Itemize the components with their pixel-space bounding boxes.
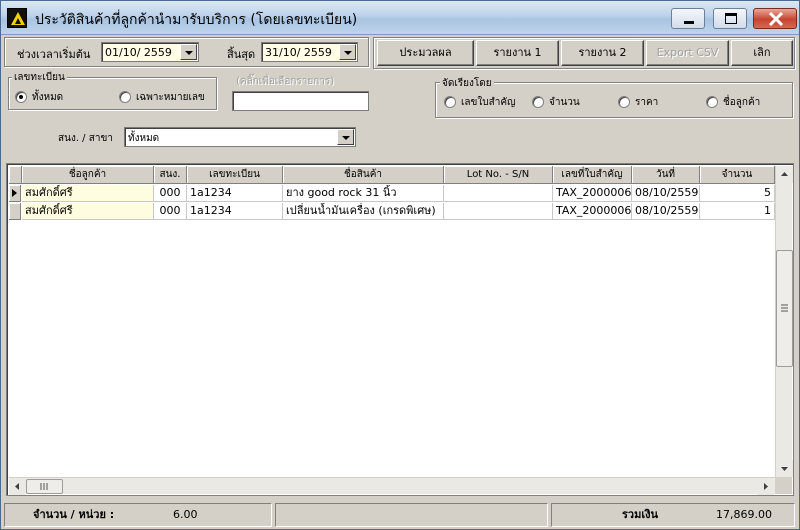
col-header-customer[interactable]: ชื่อลูกค้า bbox=[22, 166, 154, 184]
export-csv-button[interactable]: Export CSV bbox=[646, 40, 729, 66]
table-cell[interactable]: 1a1234 bbox=[187, 185, 283, 202]
process-button[interactable]: ประมวลผล bbox=[377, 40, 474, 66]
sort-customer-label: ชื่อลูกค้า bbox=[723, 97, 761, 108]
results-grid[interactable]: ชื่อลูกค้า สนง. เลขทะเบียน ชื่อสินค้า Lo… bbox=[6, 163, 794, 496]
chevron-up-icon bbox=[781, 172, 788, 176]
chevron-left-icon bbox=[15, 483, 19, 490]
status-qty-panel: จำนวน / หน่วย : 6.00 bbox=[4, 503, 272, 527]
start-date-value: 01/10/ 2559 bbox=[105, 46, 172, 59]
row-selector[interactable] bbox=[9, 185, 21, 202]
table-cell[interactable]: TAX_2000006 bbox=[553, 185, 632, 202]
table-cell[interactable]: 000 bbox=[154, 185, 187, 202]
table-cell[interactable]: สมศักดิ์ศรี bbox=[22, 185, 154, 202]
chevron-down-icon[interactable] bbox=[337, 129, 354, 145]
scroll-down-button[interactable] bbox=[776, 460, 793, 477]
sort-group-legend: จัดเรียงโดย bbox=[440, 76, 494, 91]
close-button[interactable] bbox=[753, 8, 797, 29]
plate-group-legend: เลขทะเบียน bbox=[12, 70, 67, 85]
branch-select[interactable]: ทั้งหมด bbox=[124, 127, 356, 147]
plate-all-radio[interactable] bbox=[15, 91, 27, 103]
quit-button[interactable]: เลิก bbox=[731, 40, 793, 66]
col-header-plate[interactable]: เลขทะเบียน bbox=[187, 166, 283, 184]
table-cell[interactable]: เปลี่ยนน้ำมันเครื่อง (เกรดพิเศษ) bbox=[283, 203, 444, 220]
status-total-panel: รวมเงิน 17,869.00 bbox=[551, 503, 795, 527]
sort-receipt-radio[interactable] bbox=[444, 96, 456, 108]
vertical-scrollbar[interactable] bbox=[775, 166, 793, 477]
plate-number-input[interactable] bbox=[232, 91, 369, 111]
total-label: รวมเงิน bbox=[622, 508, 658, 521]
horizontal-scrollbar[interactable] bbox=[9, 477, 775, 495]
total-value: 17,869.00 bbox=[716, 508, 772, 521]
table-cell[interactable]: 08/10/2559 bbox=[632, 203, 700, 220]
horizontal-scroll-thumb[interactable] bbox=[26, 479, 63, 494]
row-selector[interactable] bbox=[9, 203, 21, 220]
table-cell[interactable] bbox=[444, 203, 553, 220]
end-date-select[interactable]: 31/10/ 2559 bbox=[261, 42, 358, 62]
table-cell[interactable]: สมศักดิ์ศรี bbox=[22, 203, 154, 220]
plate-specific-label: เฉพาะหมายเลข bbox=[136, 92, 205, 103]
table-cell[interactable]: 000 bbox=[154, 203, 187, 220]
branch-value: ทั้งหมด bbox=[128, 133, 160, 144]
col-header-date[interactable]: วันที่ bbox=[632, 166, 700, 184]
main-window: ประวัติสินค้าที่ลูกค้านำมารับบริการ (โดย… bbox=[0, 0, 800, 530]
grip-icon bbox=[781, 304, 788, 312]
grid-corner-header bbox=[9, 166, 22, 184]
chevron-down-icon[interactable] bbox=[339, 44, 356, 60]
col-header-branch[interactable]: สนง. bbox=[154, 166, 187, 184]
plate-specific-radio[interactable] bbox=[119, 91, 131, 103]
col-header-lot[interactable]: Lot No. - S/N bbox=[444, 166, 553, 184]
col-header-qty[interactable]: จำนวน bbox=[700, 166, 775, 184]
sort-qty-radio[interactable] bbox=[532, 96, 544, 108]
scroll-left-button[interactable] bbox=[9, 478, 26, 495]
table-cell[interactable]: TAX_2000006 bbox=[553, 203, 632, 220]
branch-label: สนง. / สาขา bbox=[58, 133, 113, 144]
start-date-select[interactable]: 01/10/ 2559 bbox=[101, 42, 199, 62]
chevron-right-icon bbox=[764, 483, 768, 490]
qty-value: 6.00 bbox=[173, 508, 198, 521]
minimize-icon bbox=[684, 21, 694, 24]
maximize-button[interactable] bbox=[713, 8, 747, 29]
title-bar[interactable]: ประวัติสินค้าที่ลูกค้านำมารับบริการ (โดย… bbox=[1, 1, 799, 35]
chevron-down-icon[interactable] bbox=[180, 44, 197, 60]
grip-icon bbox=[40, 483, 48, 490]
col-header-receipt[interactable]: เลขที่ใบสำคัญ bbox=[553, 166, 632, 184]
plate-all-label: ทั้งหมด bbox=[32, 92, 64, 103]
scroll-corner bbox=[775, 477, 792, 494]
end-date-value: 31/10/ 2559 bbox=[265, 46, 332, 59]
sort-price-radio[interactable] bbox=[618, 96, 630, 108]
end-date-label: สิ้นสุด bbox=[227, 48, 256, 61]
table-cell[interactable]: ยาง good rock 31 นิ้ว bbox=[283, 185, 444, 202]
report2-button[interactable]: รายงาน 2 bbox=[561, 40, 644, 66]
col-header-product[interactable]: ชื่อสินค้า bbox=[283, 166, 444, 184]
table-cell[interactable]: 08/10/2559 bbox=[632, 185, 700, 202]
qty-label: จำนวน / หน่วย : bbox=[33, 508, 115, 521]
table-cell[interactable] bbox=[444, 185, 553, 202]
window-title: ประวัติสินค้าที่ลูกค้านำมารับบริการ (โดย… bbox=[35, 12, 358, 28]
app-icon bbox=[7, 8, 27, 28]
vertical-scroll-thumb[interactable] bbox=[776, 250, 793, 367]
close-icon bbox=[768, 12, 784, 26]
start-date-label: ช่วงเวลาเริ่มต้น bbox=[17, 48, 91, 61]
status-spacer-panel bbox=[275, 503, 548, 527]
scroll-up-button[interactable] bbox=[776, 166, 793, 183]
plate-input-legend: (คลิ๊กเพื่อเลือกรายการ) bbox=[234, 74, 337, 89]
sort-price-label: ราคา bbox=[635, 97, 659, 108]
scroll-right-button[interactable] bbox=[757, 478, 774, 495]
report1-button[interactable]: รายงาน 1 bbox=[476, 40, 559, 66]
minimize-button[interactable] bbox=[671, 8, 705, 29]
table-cell[interactable]: 1 bbox=[700, 203, 775, 220]
sort-customer-radio[interactable] bbox=[706, 96, 718, 108]
maximize-icon bbox=[725, 13, 737, 24]
sort-qty-label: จำนวน bbox=[549, 97, 580, 108]
chevron-down-icon bbox=[781, 467, 788, 471]
sort-receipt-label: เลขใบสำคัญ bbox=[461, 97, 516, 108]
table-cell[interactable]: 1a1234 bbox=[187, 203, 283, 220]
table-cell[interactable]: 5 bbox=[700, 185, 775, 202]
